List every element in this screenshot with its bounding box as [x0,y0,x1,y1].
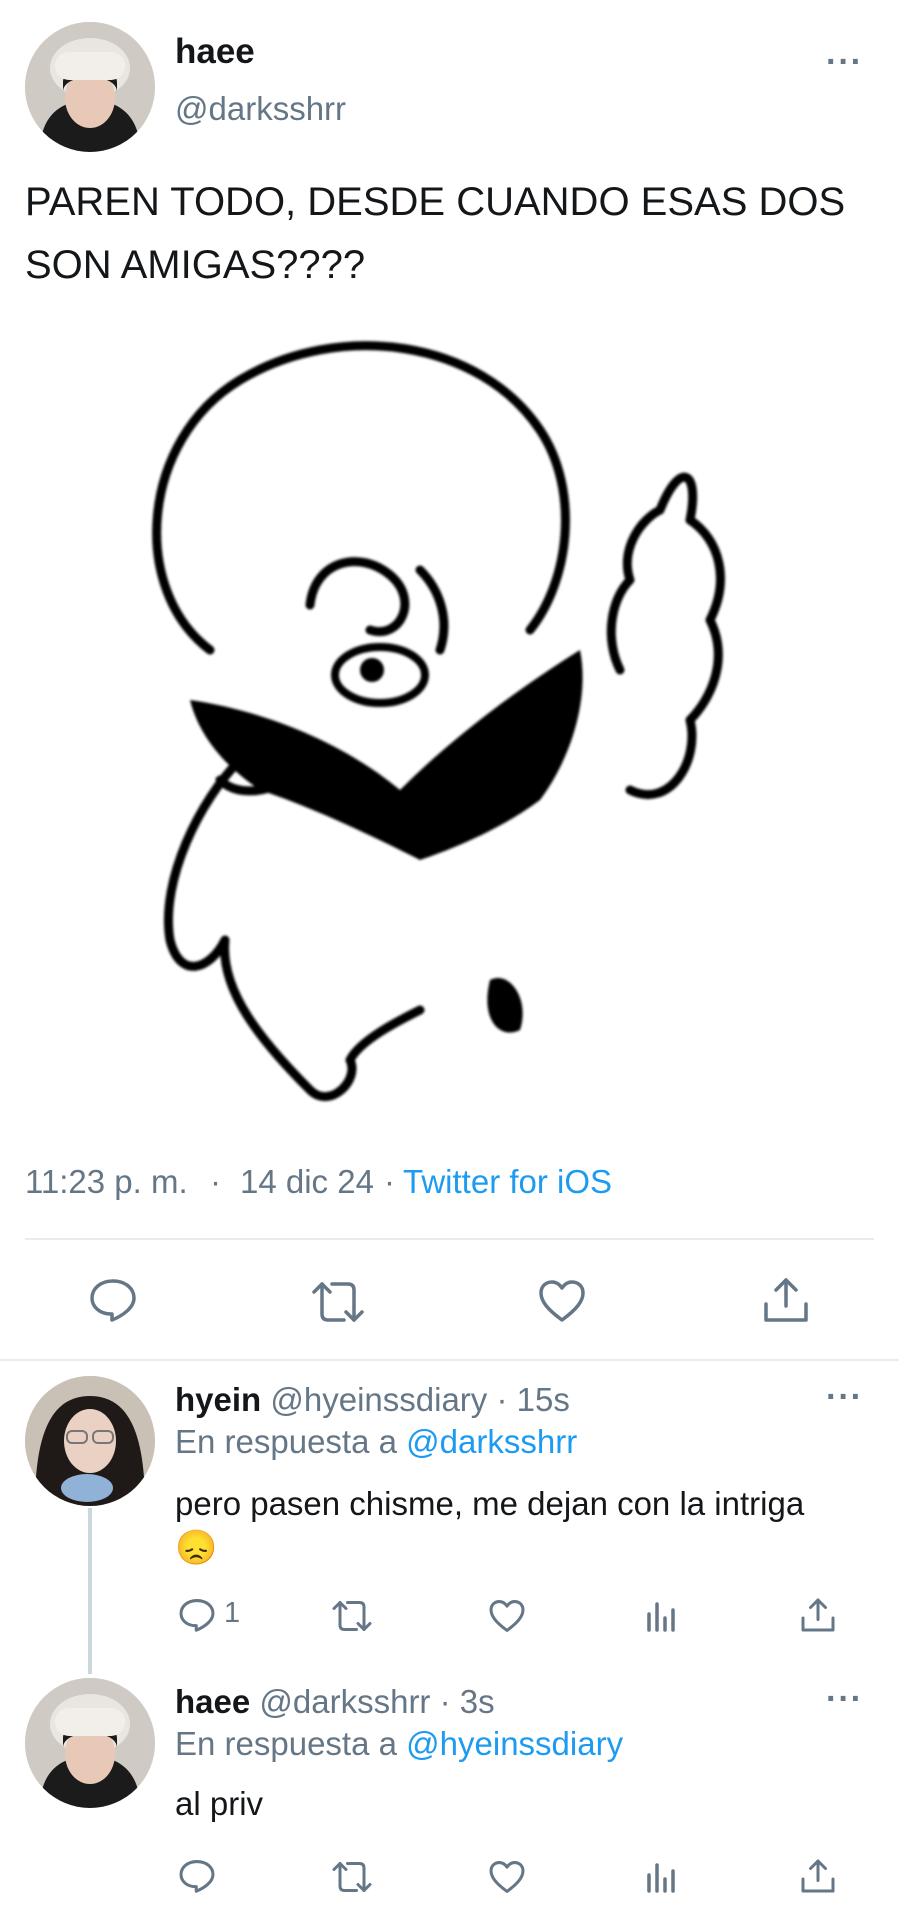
reply-author-handle[interactable]: @darksshrr [259,1683,430,1720]
separator-dot: · [384,1163,395,1200]
avatar[interactable] [25,1376,155,1506]
share-icon[interactable] [800,1858,836,1894]
like-icon[interactable] [488,1598,526,1634]
reply-icon[interactable] [88,1277,138,1323]
like-icon[interactable] [488,1859,526,1895]
retweet-icon[interactable] [310,1280,366,1324]
analytics-icon[interactable] [645,1600,677,1632]
in-reply-to-handle[interactable]: @hyeinssdiary [406,1725,623,1762]
reply-icon[interactable] [178,1597,216,1633]
tweet-image[interactable] [60,320,840,1120]
reply-author-name[interactable]: haee [175,1683,250,1720]
share-icon[interactable] [800,1597,836,1633]
tweet-source-link[interactable]: Twitter for iOS [403,1163,612,1201]
share-icon[interactable] [762,1276,810,1324]
thread-line [88,1508,92,1674]
avatar[interactable] [25,1678,155,1808]
like-icon[interactable] [537,1278,587,1324]
reply-icon[interactable] [178,1858,216,1894]
disappointed-face-emoji: 😞 [175,1529,218,1567]
tweet-text-line-1: PAREN TODO, DESDE CUANDO ESAS DOS [25,180,846,224]
divider [25,1238,874,1240]
retweet-icon[interactable] [331,1860,373,1894]
reply-text: al priv [175,1785,264,1822]
in-reply-to-label: En respuesta a [175,1423,397,1460]
more-icon[interactable]: ··· [826,45,863,79]
more-icon[interactable]: ··· [826,1682,863,1716]
reply-age: · 3s [439,1683,495,1720]
separator-dot: · [210,1163,221,1200]
reply-count: 1 [224,1597,241,1629]
tweet-date: 14 dic 24 [240,1163,374,1200]
retweet-icon[interactable] [331,1599,373,1633]
more-icon[interactable]: ··· [826,1380,863,1414]
reply-author-name[interactable]: hyein [175,1381,261,1418]
tweet-text-line-2: SON AMIGAS???? [25,243,366,287]
in-reply-to-label: En respuesta a [175,1725,397,1762]
author-handle[interactable]: @darksshrr [175,90,346,128]
avatar[interactable] [25,22,155,152]
section-divider [0,1359,899,1361]
reply-text: pero pasen chisme, me dejan con la intri… [175,1485,805,1522]
reply-author-handle[interactable]: @hyeinssdiary [270,1381,487,1418]
in-reply-to-handle[interactable]: @darksshrr [406,1423,577,1460]
author-name[interactable]: haee [175,32,255,72]
analytics-icon[interactable] [645,1861,677,1893]
reply-age: · 15s [496,1381,570,1418]
tweet-time: 11:23 p. m. [25,1163,188,1200]
